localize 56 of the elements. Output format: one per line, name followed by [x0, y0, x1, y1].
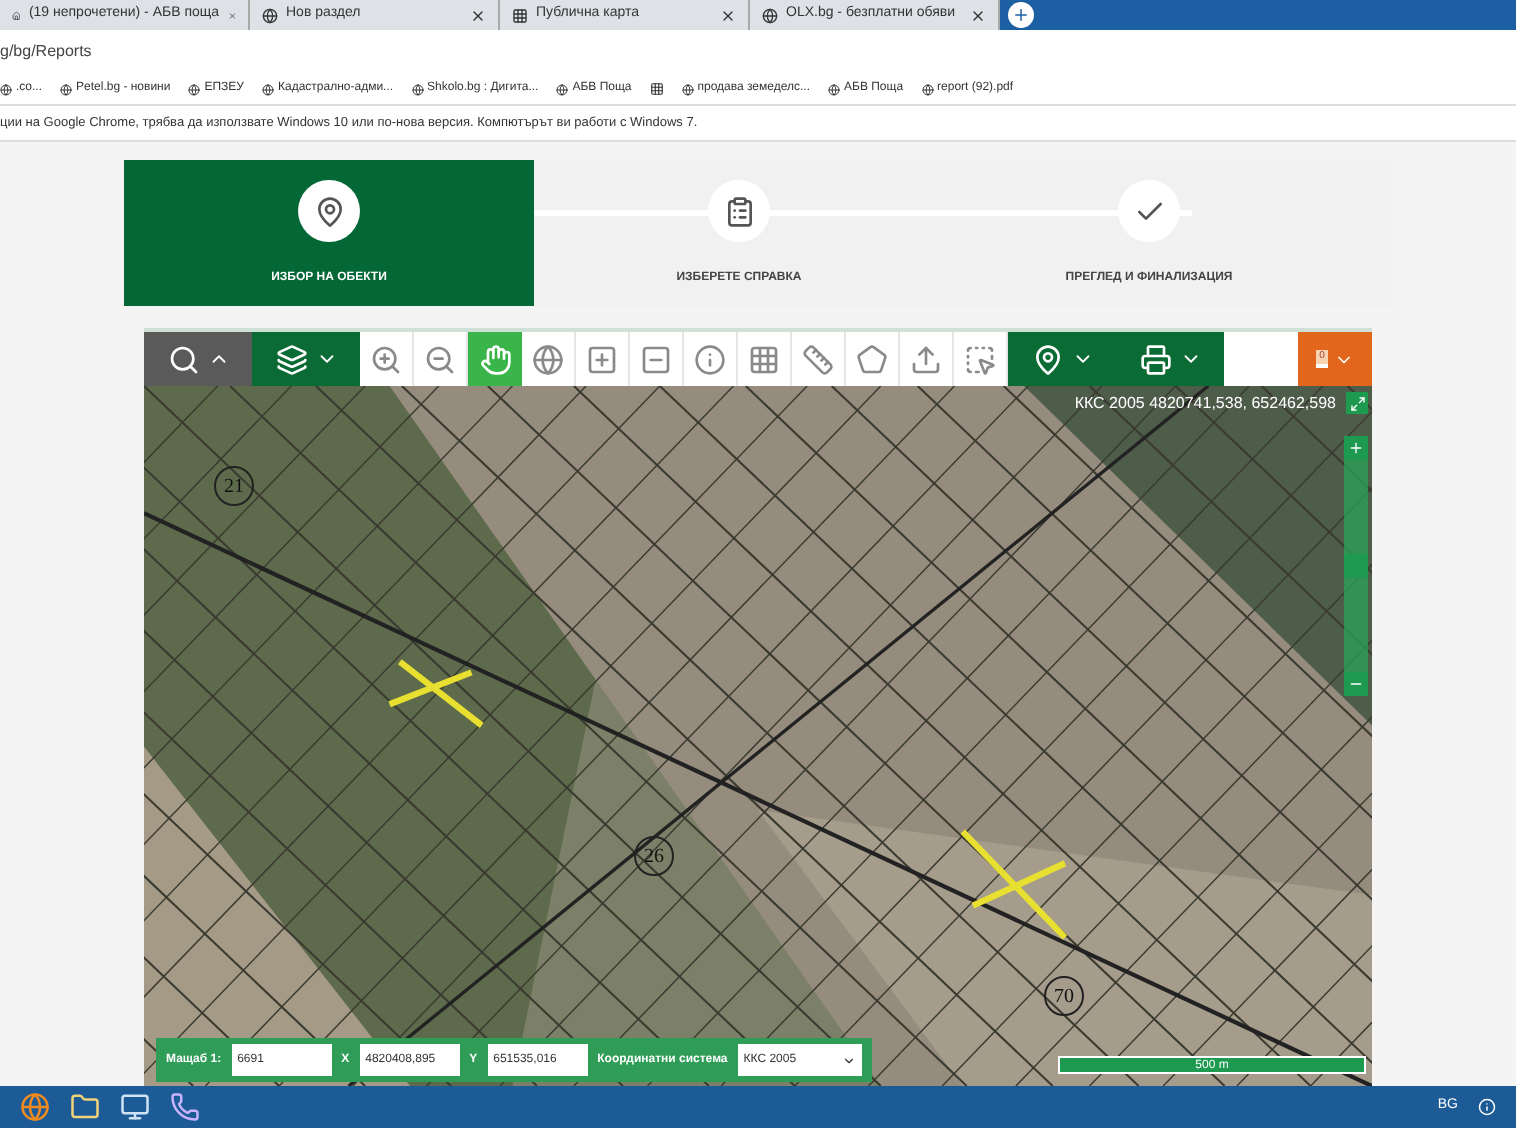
bookmark-icon: [188, 83, 201, 95]
polygon-icon: [856, 343, 888, 375]
sheet-number-label: 26: [634, 836, 674, 876]
bookmark-icon[interactable]: [649, 82, 664, 96]
globe-icon: [532, 343, 564, 375]
bookmark-icon: [411, 83, 424, 95]
clipboard-icon: [723, 195, 755, 227]
close-icon[interactable]: [970, 7, 986, 23]
select-area-icon: [964, 343, 996, 375]
dropdown-button[interactable]: [144, 332, 252, 386]
printer-icon: [1139, 343, 1171, 375]
zoom-out-icon: [424, 343, 456, 375]
coordinates-readout: ККС 2005 4820741,538, 652462,598: [1074, 392, 1336, 416]
home-icon: [12, 7, 21, 23]
grid-icon: [748, 343, 780, 375]
plus-icon: [1348, 440, 1364, 456]
expand-icon: [1349, 395, 1365, 411]
close-icon[interactable]: [470, 7, 486, 23]
plus-icon: [1012, 6, 1030, 24]
bookmark-icon: [60, 83, 73, 95]
sheet-number-label: 21: [214, 466, 254, 506]
zoom-in-button[interactable]: [1344, 436, 1368, 460]
browser-icon[interactable]: [20, 1092, 50, 1122]
map-tool-button[interactable]: [468, 332, 522, 386]
info-icon: [694, 343, 726, 375]
bookmark-icon: [0, 83, 12, 95]
upload-icon: [910, 343, 942, 375]
caret-icon: [841, 1053, 856, 1067]
bookmark-icon: [921, 83, 934, 95]
zoom-slider-handle[interactable]: [1344, 554, 1368, 578]
zoom-out-button[interactable]: [1344, 672, 1368, 696]
rectangle-minus-icon: [640, 343, 672, 375]
search-icon: [167, 343, 199, 375]
ruler-icon: [802, 343, 834, 375]
globe-icon: [262, 7, 278, 23]
bookmark-icon: [556, 83, 569, 95]
zoom-in-icon: [370, 343, 402, 375]
bookmark-icon: [681, 83, 694, 95]
close-icon[interactable]: [720, 7, 736, 23]
dropdown-button[interactable]: [1116, 332, 1224, 386]
fullscreen-button[interactable]: [1346, 392, 1368, 414]
new-tab-button[interactable]: [1008, 2, 1034, 28]
dropdown-button[interactable]: [1008, 332, 1116, 386]
rectangle-plus-icon: [586, 343, 618, 375]
globe-icon: [762, 7, 778, 23]
computer-icon[interactable]: [120, 1092, 150, 1122]
layers-icon: [275, 343, 307, 375]
address-bar[interactable]: g/bg/Reports: [0, 40, 92, 64]
sheet-number-label: 70: [1044, 976, 1084, 1016]
bookmark-icon: [261, 83, 274, 95]
help-icon[interactable]: [1478, 1098, 1496, 1116]
hand-icon: [479, 343, 511, 375]
phone-icon[interactable]: [170, 1092, 200, 1122]
dropdown-button[interactable]: [252, 332, 360, 386]
folder-icon[interactable]: [70, 1092, 100, 1122]
bookmark-icon: [828, 83, 840, 95]
